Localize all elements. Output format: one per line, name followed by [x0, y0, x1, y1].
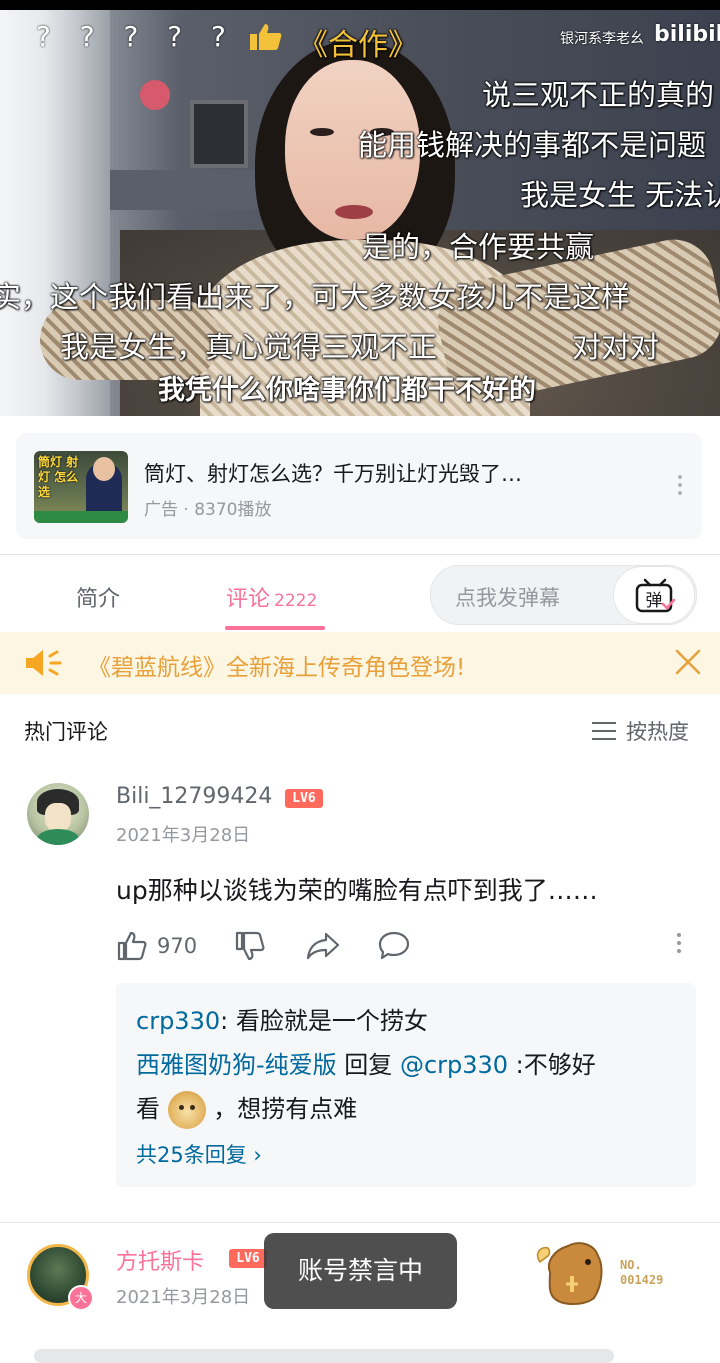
sort-label: 按热度	[626, 720, 689, 744]
hot-comments-title: 热门评论	[24, 720, 108, 744]
ad-card[interactable]: 筒灯 射灯 怎么选 筒灯、射灯怎么选？千万别让灯光毁了… 广告 · 8370播放	[16, 433, 702, 539]
reply-text: ，想捞有点难	[213, 1095, 358, 1123]
reply-preview-box[interactable]: crp330: 看脸就是一个捞女 西雅图奶狗-纯爱版 回复 @crp330 :不…	[116, 983, 696, 1187]
active-tab-indicator	[225, 626, 325, 630]
comment-username[interactable]: 方托斯卡	[116, 1244, 204, 1276]
reply-line: 西雅图奶狗-纯爱版 回复 @crp330 :不够好	[136, 1045, 596, 1080]
video-player[interactable]: ? ? ? ? ? 《合作》 银河系李老幺 bilibili 说三观不正的真的 …	[0, 0, 720, 416]
danmaku-question-marks: ? ? ? ? ?	[36, 20, 236, 53]
reply-username[interactable]: 西雅图奶狗-纯爱版	[136, 1051, 337, 1079]
level-badge: LV6	[285, 789, 323, 808]
comment-text: up那种以谈钱为荣的嘴脸有点吓到我了……	[116, 876, 598, 905]
tab-comments-label: 评论	[226, 587, 271, 612]
comment-more-icon[interactable]	[677, 933, 683, 957]
ad-title[interactable]: 筒灯、射灯怎么选？千万别让灯光毁了…	[144, 458, 624, 488]
comment-date: 2021年3月28日	[116, 825, 251, 846]
video-subtitle: 我凭什么你啥事你们都干不好的	[158, 375, 536, 406]
reply-line: 看 ，想捞有点难	[136, 1089, 357, 1129]
more-options-icon[interactable]	[676, 475, 684, 499]
video-background-photo-frame	[190, 100, 248, 168]
ad-meta: 广告 · 8370播放	[144, 500, 272, 520]
fan-badge-number: NO. 001429	[620, 1258, 664, 1287]
bilibili-logo: bilibili	[654, 22, 720, 47]
like-count: 970	[157, 934, 198, 958]
reply-text: 看	[136, 1095, 160, 1123]
sort-icon	[592, 722, 616, 746]
speaker-icon	[26, 650, 62, 676]
danmaku-text: 说三观不正的真的	[482, 78, 715, 112]
view-all-replies-link[interactable]: 共25条回复 ›	[136, 1139, 262, 1169]
avatar[interactable]: 大	[27, 1244, 94, 1311]
video-person-mouth	[335, 205, 373, 219]
status-bar	[0, 0, 720, 10]
reply-line: crp330: 看脸就是一个捞女	[136, 1001, 428, 1036]
vip-badge: 大	[68, 1285, 94, 1311]
notice-banner[interactable]: 《碧蓝航线》全新海上传奇角色登场!	[0, 632, 720, 694]
doge-emoji-icon	[167, 1091, 206, 1129]
danmaku-text: 实，这个我们看出来了，可大多数女孩儿不是这样	[0, 280, 631, 314]
comment-divider	[0, 1222, 720, 1223]
danmaku-input-placeholder: 点我发弹幕	[455, 586, 560, 610]
danmaku-text: 是的，合作要共赢	[362, 230, 595, 264]
capybara-fan-badge-icon	[536, 1242, 603, 1305]
reply-icon[interactable]	[377, 930, 411, 962]
reply-connector: 回复	[336, 1051, 400, 1079]
danmaku-tv-icon: 弹	[635, 578, 675, 613]
danmaku-text: 能用钱解决的事都不是问题	[358, 128, 707, 162]
comment-count: 2222	[274, 591, 318, 611]
ad-thumbnail-text: 筒灯 射灯 怎么选	[38, 455, 79, 499]
reply-mention[interactable]: @crp330	[400, 1051, 508, 1079]
danmaku-text: 我是女生，真心觉得三观不正	[60, 330, 438, 364]
close-icon[interactable]	[674, 648, 702, 676]
level-badge: LV6	[229, 1249, 267, 1268]
toast-message: 账号禁言中	[264, 1233, 457, 1309]
sort-button[interactable]: 按热度	[592, 716, 689, 746]
reply-username[interactable]: crp330	[136, 1007, 220, 1035]
comment-date: 2021年3月28日	[116, 1287, 251, 1308]
comment-input-bar[interactable]	[34, 1349, 614, 1363]
comment-username[interactable]: Bili_12799424	[116, 784, 272, 809]
danmaku-text: 对对对	[572, 330, 660, 364]
reply-text: : 看脸就是一个捞女	[220, 1007, 428, 1035]
tab-comments[interactable]: 评论 2222	[226, 581, 317, 613]
like-icon[interactable]	[116, 930, 148, 962]
ad-thumbnail-strip	[34, 511, 128, 523]
video-person-eye	[310, 128, 334, 136]
notice-text[interactable]: 《碧蓝航线》全新海上传奇角色登场!	[88, 648, 465, 682]
ad-thumbnail-person-head	[93, 457, 115, 481]
reply-text: :不够好	[508, 1051, 596, 1079]
tab-intro[interactable]: 简介	[76, 581, 120, 613]
thumbs-up-icon	[250, 24, 282, 50]
danmaku-toggle-button[interactable]: 弹	[613, 566, 695, 624]
avatar[interactable]	[27, 783, 89, 845]
danmaku-input[interactable]: 点我发弹幕 弹	[430, 565, 697, 625]
danmaku-text: 《合作》	[298, 28, 418, 63]
danmaku-text: 我是女生 无法认	[520, 178, 720, 212]
video-background-flowers	[140, 80, 170, 110]
share-icon[interactable]	[306, 930, 340, 962]
ad-thumbnail: 筒灯 射灯 怎么选	[34, 451, 128, 523]
danmaku-button-label: 弹	[646, 591, 663, 611]
tab-bar: 简介 评论 2222 点我发弹幕 弹	[0, 554, 720, 634]
video-watermark-user: 银河系李老幺	[560, 31, 644, 47]
dislike-icon[interactable]	[234, 930, 266, 962]
